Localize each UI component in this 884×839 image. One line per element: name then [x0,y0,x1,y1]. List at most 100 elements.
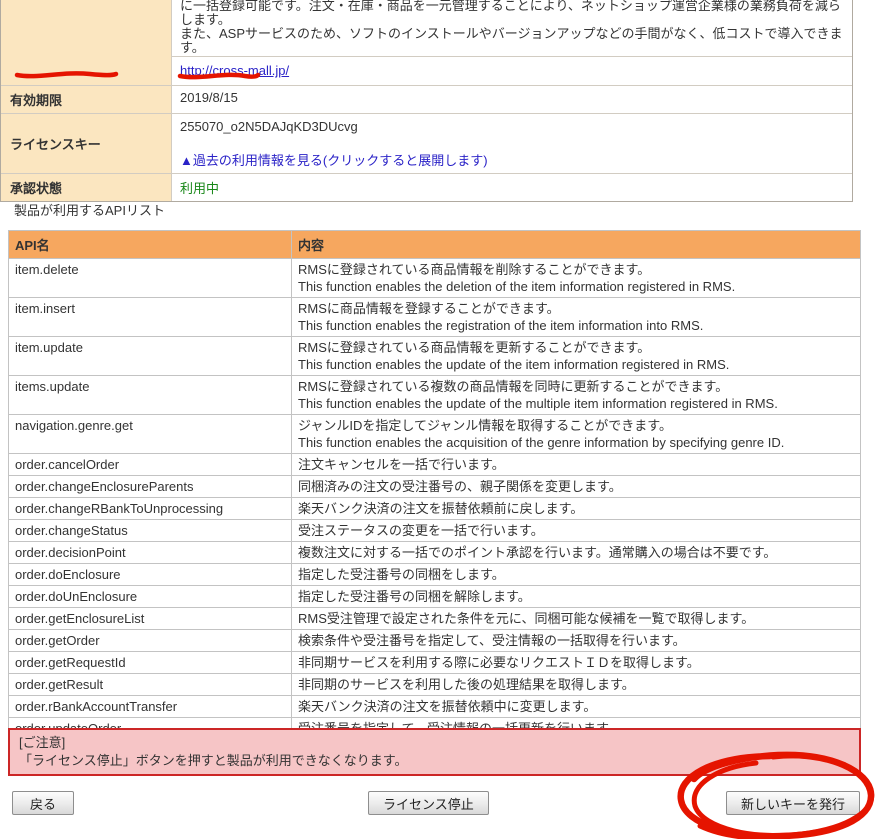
api-name-cell: order.cancelOrder [9,454,292,476]
api-name-cell: item.update [9,337,292,376]
api-desc-ja: RMSに登録されている商品情報を削除することができます。 [298,261,854,278]
api-table-row: order.getOrder 検索条件や受注番号を指定して、受注情報の一括取得を… [9,630,861,652]
api-name-cell: items.update [9,376,292,415]
approval-status-value: 利用中 [171,174,852,201]
api-desc-en: This function enables the update of the … [298,356,854,373]
api-desc-ja: RMSに登録されている複数の商品情報を同時に更新することができます。 [298,378,854,395]
clipped-label-fragment [10,4,167,6]
api-table-row: item.update RMSに登録されている商品情報を更新することができます。… [9,337,861,376]
expiry-label: 有効期限 [1,86,171,113]
caution-title: [ご注意] [19,734,850,752]
api-table-row: order.doEnclosure 指定した受注番号の同梱をします。 [9,564,861,586]
api-desc-ja: RMSに商品情報を登録することができます。 [298,300,854,317]
product-description-line1: に一括登録可能です。注文・在庫・商品を一元管理することにより、ネットショップ運営… [180,0,844,27]
api-table-row: order.changeEnclosureParents 同梱済みの注文の受注番… [9,476,861,498]
api-desc-cell: ジャンルIDを指定してジャンル情報を取得することができます。 This func… [292,415,861,454]
api-desc-cell: 注文キャンセルを一括で行います。 [292,454,861,476]
api-table-row: items.update RMSに登録されている複数の商品情報を同時に更新するこ… [9,376,861,415]
api-name-cell: order.decisionPoint [9,542,292,564]
api-list-section-title: 製品が利用するAPIリスト [14,200,165,219]
api-desc-cell: 同梱済みの注文の受注番号の、親子関係を変更します。 [292,476,861,498]
api-desc-cell: 指定した受注番号の同梱を解除します。 [292,586,861,608]
api-table-row: item.insert RMSに商品情報を登録することができます。 This f… [9,298,861,337]
api-desc-ja: 複数注文に対する一括でのポイント承認を行います。通常購入の場合は不要です。 [298,544,854,561]
license-key-value: 255070_o2N5DAJqKD3DUcvg ▲過去の利用情報を見る(クリック… [171,114,852,173]
api-desc-cell: 指定した受注番号の同梱をします。 [292,564,861,586]
api-name-cell: item.insert [9,298,292,337]
api-list-table: API名 内容 item.delete RMSに登録されている商品情報を削除する… [8,230,861,740]
expiry-value: 2019/8/15 [171,86,852,113]
api-name-cell: order.getResult [9,674,292,696]
product-url-cell: http://cross-mall.jp/ [172,57,852,85]
api-desc-cell: 楽天バンク決済の注文を振替依頼中に変更します。 [292,696,861,718]
license-key-row: ライセンスキー 255070_o2N5DAJqKD3DUcvg ▲過去の利用情報… [1,113,852,173]
api-desc-cell: RMS受注管理で設定された条件を元に、同梱可能な候補を一覧で取得します。 [292,608,861,630]
api-desc-ja: 同梱済みの注文の受注番号の、親子関係を変更します。 [298,478,854,495]
api-desc-ja: 楽天バンク決済の注文を振替依頼中に変更します。 [298,698,854,715]
api-desc-column-header: 内容 [292,231,861,259]
api-desc-cell: RMSに登録されている商品情報を更新することができます。 This functi… [292,337,861,376]
action-button-row: 戻る ライセンス停止 新しいキーを発行 [8,791,861,817]
api-table-row: order.rBankAccountTransfer 楽天バンク決済の注文を振替… [9,696,861,718]
product-url-link[interactable]: http://cross-mall.jp/ [180,63,289,78]
approval-status-label: 承認状態 [1,174,171,201]
api-desc-ja: 指定した受注番号の同梱をします。 [298,566,854,583]
api-name-cell: order.changeStatus [9,520,292,542]
api-desc-ja: 指定した受注番号の同梱を解除します。 [298,588,854,605]
api-name-cell: order.getOrder [9,630,292,652]
api-desc-cell: 検索条件や受注番号を指定して、受注情報の一括取得を行います。 [292,630,861,652]
api-desc-ja: RMSに登録されている商品情報を更新することができます。 [298,339,854,356]
api-desc-cell: RMSに登録されている商品情報を削除することができます。 This functi… [292,259,861,298]
api-name-cell: order.changeRBankToUnprocessing [9,498,292,520]
product-intro-row: に一括登録可能です。注文・在庫・商品を一元管理することにより、ネットショップ運営… [1,0,852,85]
license-key-text: 255070_o2N5DAJqKD3DUcvg [180,118,844,134]
api-table-row: item.delete RMSに登録されている商品情報を削除することができます。… [9,259,861,298]
api-name-cell: order.rBankAccountTransfer [9,696,292,718]
api-desc-en: This function enables the acquisition of… [298,434,854,451]
api-desc-ja: ジャンルIDを指定してジャンル情報を取得することができます。 [298,417,854,434]
api-desc-cell: 複数注文に対する一括でのポイント承認を行います。通常購入の場合は不要です。 [292,542,861,564]
api-table-row: order.doUnEnclosure 指定した受注番号の同梱を解除します。 [9,586,861,608]
api-name-cell: item.delete [9,259,292,298]
api-name-cell: order.getEnclosureList [9,608,292,630]
api-name-cell: order.getRequestId [9,652,292,674]
api-desc-cell: 楽天バンク決済の注文を振替依頼前に戻します。 [292,498,861,520]
stop-license-button[interactable]: ライセンス停止 [368,791,489,815]
api-table-row: order.changeStatus 受注ステータスの変更を一括で行います。 [9,520,861,542]
approval-status-row: 承認状態 利用中 [1,173,852,201]
past-usage-toggle-link[interactable]: ▲過去の利用情報を見る(クリックすると展開します) [180,153,488,168]
api-name-cell: navigation.genre.get [9,415,292,454]
issue-new-key-button[interactable]: 新しいキーを発行 [726,791,860,815]
license-key-label: ライセンスキー [1,114,171,173]
product-intro-value: に一括登録可能です。注文・在庫・商品を一元管理することにより、ネットショップ運営… [171,0,852,85]
license-info-table: に一括登録可能です。注文・在庫・商品を一元管理することにより、ネットショップ運営… [0,0,853,202]
api-table-row: order.cancelOrder 注文キャンセルを一括で行います。 [9,454,861,476]
api-desc-cell: 非同期のサービスを利用した後の処理結果を取得します。 [292,674,861,696]
api-desc-cell: 受注ステータスの変更を一括で行います。 [292,520,861,542]
api-name-cell: order.doEnclosure [9,564,292,586]
red-circle-around-new-key-tail [700,826,755,838]
api-desc-ja: 非同期サービスを利用する際に必要なリクエストＩＤを取得します。 [298,654,854,671]
api-table-row: navigation.genre.get ジャンルIDを指定してジャンル情報を取… [9,415,861,454]
api-desc-en: This function enables the deletion of th… [298,278,854,295]
api-desc-ja: 検索条件や受注番号を指定して、受注情報の一括取得を行います。 [298,632,854,649]
api-desc-cell: RMSに登録されている複数の商品情報を同時に更新することができます。 This … [292,376,861,415]
product-intro-label-clipped [1,0,171,85]
api-table-row: order.getResult 非同期のサービスを利用した後の処理結果を取得しま… [9,674,861,696]
product-description-line2: また、ASPサービスのため、ソフトのインストールやバージョンアップなどの手間がな… [180,27,844,55]
caution-body: 「ライセンス停止」ボタンを押すと製品が利用できなくなります。 [19,752,850,770]
api-name-column-header: API名 [9,231,292,259]
api-table-row: order.changeRBankToUnprocessing 楽天バンク決済の… [9,498,861,520]
api-desc-cell: RMSに商品情報を登録することができます。 This function enab… [292,298,861,337]
api-desc-ja: 楽天バンク決済の注文を振替依頼前に戻します。 [298,500,854,517]
api-desc-ja: RMS受注管理で設定された条件を元に、同梱可能な候補を一覧で取得します。 [298,610,854,627]
api-desc-ja: 注文キャンセルを一括で行います。 [298,456,854,473]
api-desc-cell: 非同期サービスを利用する際に必要なリクエストＩＤを取得します。 [292,652,861,674]
api-table-row: order.getEnclosureList RMS受注管理で設定された条件を元… [9,608,861,630]
api-table-header-row: API名 内容 [9,231,861,259]
expiry-row: 有効期限 2019/8/15 [1,85,852,113]
caution-box: [ご注意] 「ライセンス停止」ボタンを押すと製品が利用できなくなります。 [8,728,861,776]
api-table-row: order.decisionPoint 複数注文に対する一括でのポイント承認を行… [9,542,861,564]
api-name-cell: order.changeEnclosureParents [9,476,292,498]
back-button[interactable]: 戻る [12,791,74,815]
